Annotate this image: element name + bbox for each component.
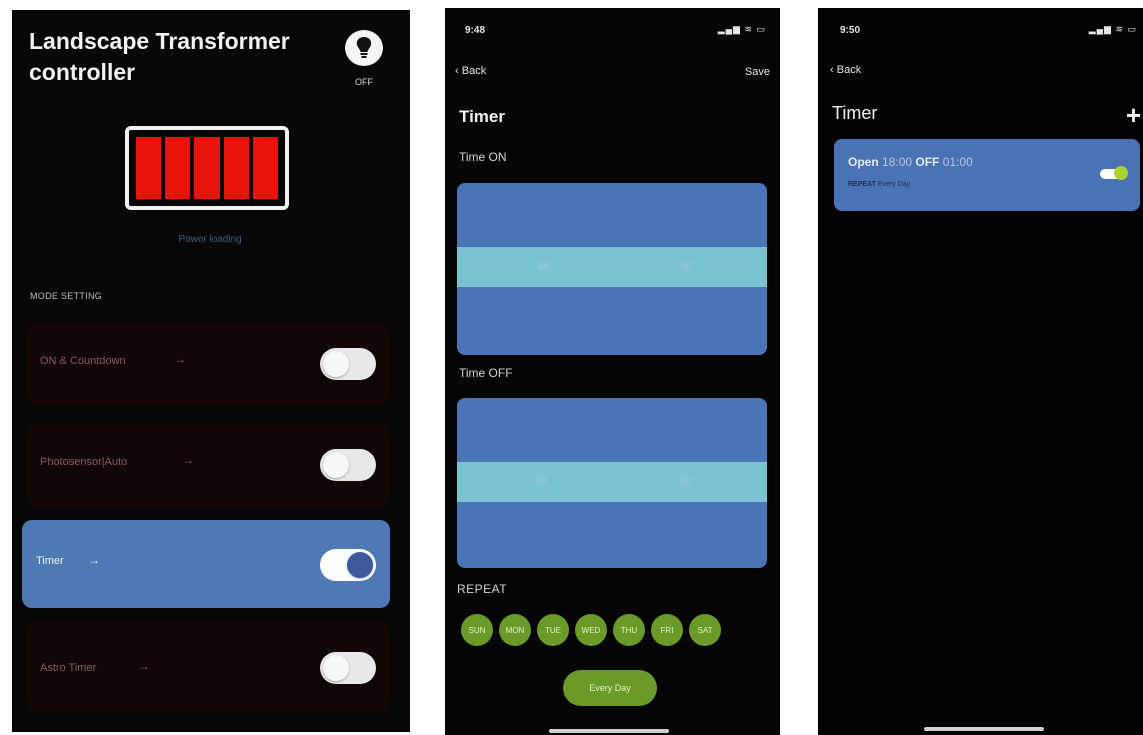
arrow-right-icon: → — [88, 553, 100, 567]
page-title: Timer — [832, 103, 878, 123]
mode-label: ON & Countdown — [40, 355, 126, 367]
toggle-knob — [323, 351, 349, 377]
picker-selection-band — [457, 462, 767, 502]
timer-list-screen: 9:50 ▂▄▆ ≋ ▭ ‹ Back Timer + Open 18:00 O… — [818, 8, 1143, 735]
mode-label: Photosensor|Auto — [40, 456, 128, 468]
timer-times: Open 18:00 OFF 01:00 — [848, 155, 973, 169]
time-on-minute[interactable]: 00 — [681, 261, 692, 272]
chevron-left-icon: ‹ — [830, 64, 834, 76]
home-indicator[interactable] — [549, 729, 669, 733]
time-off-picker[interactable]: 01 00 — [457, 398, 767, 568]
toggle-knob — [323, 655, 349, 681]
battery-cell — [223, 137, 249, 199]
time-off-label: Time OFF — [459, 366, 513, 380]
arrow-right-icon: → — [182, 453, 194, 467]
status-time: 9:50 — [840, 25, 861, 36]
light-bulb-button[interactable] — [345, 30, 383, 66]
day-button-mon[interactable]: MON — [499, 614, 531, 646]
day-button-tue[interactable]: TUE — [537, 614, 569, 646]
picker-selection-band — [457, 247, 767, 287]
battery-status-text: Power loading — [178, 234, 242, 245]
battery-cell — [136, 137, 162, 199]
status-icons: ▂▄▆ ≋ ▭ — [1088, 24, 1137, 34]
time-off-minute[interactable]: 00 — [681, 476, 692, 487]
mode-toggle-astro-timer[interactable] — [320, 652, 376, 684]
open-time: 18:00 — [882, 155, 913, 169]
timer-edit-screen: 9:48 ▂▄▆ ≋ ▭ ‹ Back Save Timer Time ON 1… — [445, 8, 780, 735]
mode-label: Timer — [36, 555, 64, 567]
arrow-right-icon: → — [174, 352, 186, 366]
day-button-wed[interactable]: WED — [575, 614, 607, 646]
mode-toggle-timer[interactable] — [320, 549, 376, 581]
time-on-label: Time ON — [459, 150, 507, 164]
repeat-label: REPEAT — [457, 582, 508, 596]
home-indicator[interactable] — [924, 727, 1044, 731]
save-button[interactable]: Save — [745, 66, 770, 78]
day-button-sun[interactable]: SUN — [461, 614, 493, 646]
battery-cell — [194, 137, 220, 199]
day-button-sat[interactable]: SAT — [689, 614, 721, 646]
add-timer-button[interactable]: + — [1126, 100, 1141, 131]
back-label: Back — [461, 65, 487, 77]
light-bulb-icon — [356, 37, 372, 58]
open-label: Open — [848, 155, 879, 169]
controller-screen: Landscape Transformer controller OFF Pow… — [12, 10, 410, 732]
time-off-hour[interactable]: 01 — [537, 476, 548, 487]
back-button[interactable]: ‹ Back — [830, 64, 861, 76]
toggle-knob — [347, 552, 373, 578]
time-on-picker[interactable]: 18 00 — [457, 183, 767, 355]
mode-row-on-countdown[interactable]: ON & Countdown → — [26, 322, 390, 406]
timer-repeat: REPEAT Every Day — [848, 181, 910, 188]
timer-list-item[interactable]: Open 18:00 OFF 01:00 REPEAT Every Day — [834, 139, 1140, 211]
toggle-knob — [1114, 166, 1128, 180]
app-title: Landscape Transformer controller — [29, 28, 290, 85]
toggle-knob — [323, 452, 349, 478]
day-button-fri[interactable]: FRI — [651, 614, 683, 646]
mode-section-title: MODE SETTING — [30, 291, 103, 301]
every-day-button[interactable]: Every Day — [563, 670, 657, 706]
status-icons: ▂▄▆ ≋ ▭ — [717, 24, 766, 34]
day-selector: SUN MON TUE WED THU FRI SAT — [461, 614, 721, 646]
mode-label: Astro Timer — [40, 662, 97, 674]
status-time: 9:48 — [465, 25, 486, 36]
back-label: Back — [836, 64, 862, 76]
chevron-left-icon: ‹ — [455, 65, 459, 77]
page-title: Timer — [459, 107, 505, 126]
mode-toggle-photosensor[interactable] — [320, 449, 376, 481]
arrow-right-icon: → — [138, 659, 150, 673]
repeat-label: REPEAT — [848, 181, 876, 188]
mode-toggle-on-countdown[interactable] — [320, 348, 376, 380]
battery-indicator — [125, 126, 289, 210]
mode-row-photosensor[interactable]: Photosensor|Auto → — [26, 423, 390, 507]
off-label: OFF — [915, 155, 940, 169]
mode-row-astro-timer[interactable]: Astro Timer → — [26, 622, 390, 712]
battery-cell — [252, 137, 279, 199]
off-time: 01:00 — [942, 155, 973, 169]
time-on-hour[interactable]: 18 — [537, 261, 548, 272]
day-button-thu[interactable]: THU — [613, 614, 645, 646]
repeat-value: Every Day — [877, 181, 911, 188]
light-state-label: OFF — [355, 77, 373, 87]
back-button[interactable]: ‹ Back — [455, 65, 486, 77]
timer-enable-toggle[interactable] — [1100, 166, 1128, 180]
battery-cell — [165, 137, 191, 199]
mode-row-timer[interactable]: Timer → — [22, 520, 390, 608]
